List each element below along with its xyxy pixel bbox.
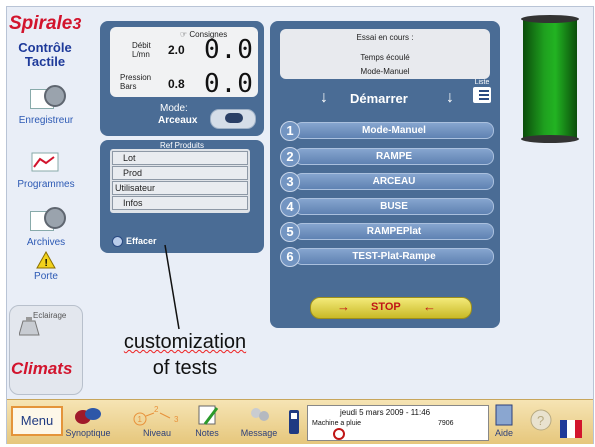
taskbar: Menu Synoptique 1 2 3 Niveau Notes Messa…	[7, 399, 593, 444]
status-date: jeudi 5 mars 2009 - 11:46	[340, 408, 431, 417]
app-screen: Spirale3 Contrôle Tactile Enregistreur Pr…	[6, 6, 594, 444]
annotation-text: customization of tests	[123, 331, 247, 379]
niveau-button[interactable]: 1 2 3 Niveau	[127, 404, 187, 438]
alarm-icon	[333, 428, 345, 440]
status-machine: Machine a pluie	[312, 420, 362, 427]
aide-button[interactable]: Aide	[491, 404, 517, 438]
help-icon	[495, 404, 513, 426]
annotation-pointer	[164, 244, 180, 330]
notes-icon	[193, 404, 223, 426]
question-icon[interactable]: ?	[529, 408, 553, 432]
status-code: 7906	[438, 420, 454, 427]
synoptique-label: Synoptique	[65, 428, 111, 438]
notes-label: Notes	[195, 428, 219, 438]
niveau-label: Niveau	[142, 428, 171, 438]
language-flag-icon[interactable]	[560, 420, 582, 438]
aide-label: Aide	[494, 428, 513, 438]
status-panel: jeudi 5 mars 2009 - 11:46 Machine a plui…	[307, 405, 489, 441]
niveau-digit-2: 2	[154, 405, 159, 414]
synoptique-icon	[73, 404, 103, 426]
niveau-digit-1: 1	[138, 415, 143, 424]
niveau-icon: 1 2 3	[128, 404, 186, 426]
menu-button[interactable]: Menu	[11, 406, 63, 436]
message-icon	[244, 404, 274, 426]
usb-icon[interactable]	[287, 410, 301, 436]
synoptique-button[interactable]: Synoptique	[65, 404, 111, 438]
message-button[interactable]: Message	[237, 404, 281, 438]
niveau-digit-3: 3	[174, 415, 179, 424]
notes-button[interactable]: Notes	[193, 404, 221, 438]
svg-text:?: ?	[537, 413, 544, 428]
message-label: Message	[240, 428, 278, 438]
